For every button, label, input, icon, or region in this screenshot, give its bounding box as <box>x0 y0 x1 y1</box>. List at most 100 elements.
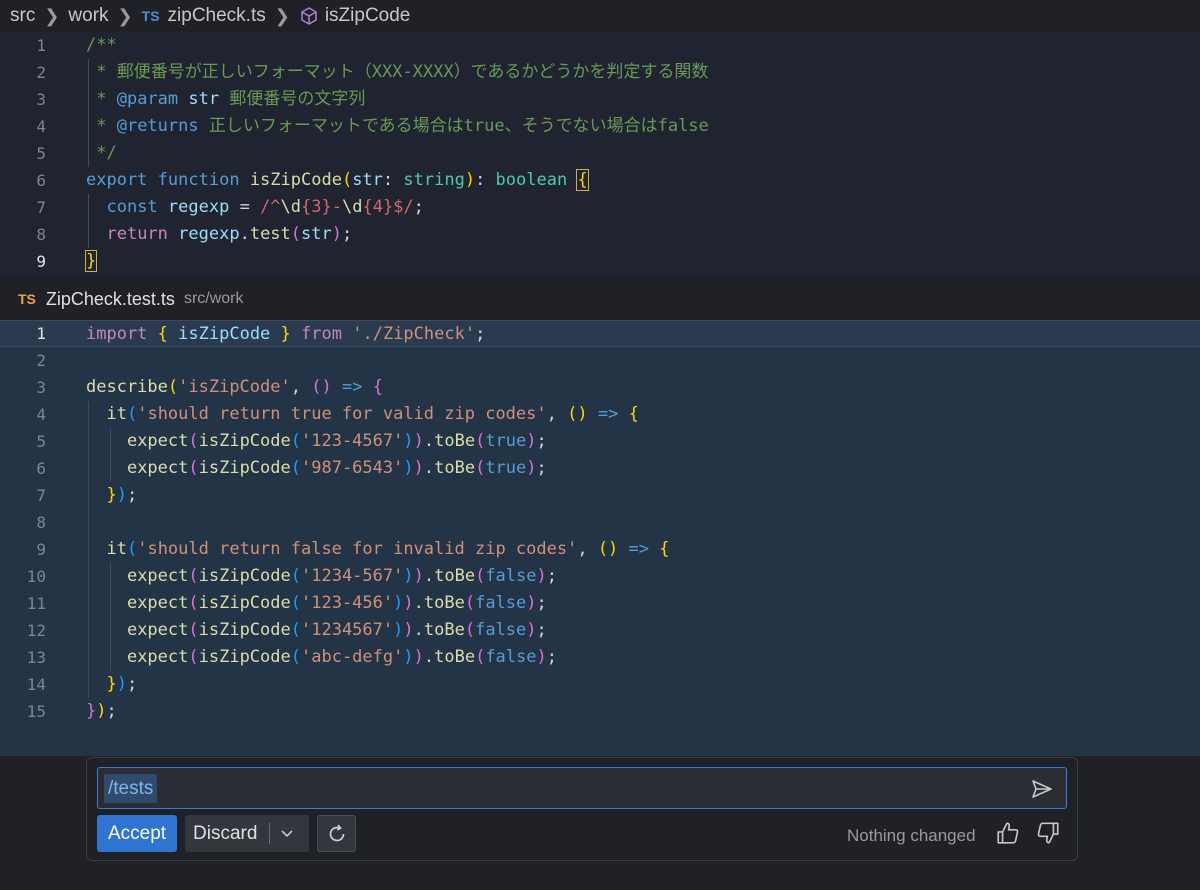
code-token: ( <box>290 431 301 451</box>
code-line[interactable]: 5 expect(isZipCode('123-4567')).toBe(tru… <box>0 428 1200 455</box>
code-line[interactable]: 2 * 郵便番号が正しいフォーマット（XXX-XXXX）であるかどうかを判定する… <box>0 59 1200 86</box>
code-line[interactable]: 7 const regexp = /^\d{3}-\d{4}$/; <box>0 194 1200 221</box>
code-token: '123-4567' <box>301 431 404 451</box>
code-line[interactable]: 6 export function isZipCode(str: string):… <box>0 167 1200 194</box>
code-line[interactable]: 12 expect(isZipCode('1234567')).toBe(fal… <box>0 617 1200 644</box>
code-text: expect(isZipCode('abc-defg')).toBe(false… <box>86 644 557 671</box>
code-line[interactable]: 8 return regexp.test(str); <box>0 221 1200 248</box>
code-line[interactable]: 7 }); <box>0 482 1200 509</box>
code-token: * <box>86 116 117 136</box>
code-token: ) <box>526 620 537 640</box>
line-number: 6 <box>36 171 46 190</box>
code-line[interactable]: 1 /** <box>0 32 1200 59</box>
code-token: ) <box>331 224 342 244</box>
code-token: isZipCode <box>198 647 291 667</box>
code-line[interactable]: 3 * @param str 郵便番号の文字列 <box>0 86 1200 113</box>
code-token: ) <box>393 620 404 640</box>
code-text: export function isZipCode(str: string): … <box>86 167 589 194</box>
code-token: ( <box>290 458 301 478</box>
code-token: str <box>301 224 332 244</box>
code-line[interactable]: 2 <box>0 347 1200 374</box>
line-number: 13 <box>26 648 46 667</box>
line-number: 7 <box>36 486 46 505</box>
line-number: 3 <box>36 90 46 109</box>
code-token: ) <box>403 431 414 451</box>
code-token: ( <box>341 170 353 190</box>
peek-file-name[interactable]: ZipCheck.test.ts <box>46 289 175 310</box>
regenerate-button[interactable] <box>317 815 356 852</box>
line-number: 12 <box>26 621 46 640</box>
code-line[interactable]: 1 import { isZipCode } from './ZipCheck'; <box>0 320 1200 347</box>
breadcrumb-item-work[interactable]: work <box>68 5 108 27</box>
chevron-down-icon[interactable] <box>277 823 297 843</box>
line-number: 1 <box>36 36 46 55</box>
discard-button[interactable]: Discard <box>185 815 309 852</box>
code-line[interactable]: 3 describe('isZipCode', () => { <box>0 374 1200 401</box>
code-token: * <box>86 89 117 109</box>
code-text: expect(isZipCode('1234567')).toBe(false)… <box>86 617 547 644</box>
line-number: 14 <box>26 675 46 694</box>
code-token: ) <box>116 674 127 694</box>
breadcrumb-item-file[interactable]: zipCheck.ts <box>168 5 266 27</box>
code-token: ( <box>464 593 476 613</box>
code-token: . <box>423 647 435 667</box>
code-line[interactable]: 10 expect(isZipCode('1234-567')).toBe(fa… <box>0 563 1200 590</box>
code-token: ( <box>290 620 301 640</box>
code-token: . <box>423 566 435 586</box>
editor-zipcheck-test[interactable]: 1 import { isZipCode } from './ZipCheck';… <box>0 320 1200 756</box>
code-token: /** <box>86 35 117 55</box>
code-token: isZipCode <box>198 431 291 451</box>
accept-button[interactable]: Accept <box>97 815 177 852</box>
code-line[interactable]: 8 <box>0 509 1200 536</box>
code-token: ( <box>188 647 199 667</box>
chat-input[interactable]: /tests <box>97 767 1067 809</box>
code-token: * 郵便番号が正しいフォーマット（XXX-XXXX）であるかどうかを判定する関数 <box>86 62 709 82</box>
thumbs-down-icon[interactable] <box>1035 820 1061 846</box>
code-line[interactable]: 4 it('should return true for valid zip c… <box>0 401 1200 428</box>
code-line[interactable]: 13 expect(isZipCode('abc-defg')).toBe(fa… <box>0 644 1200 671</box>
code-token: str <box>352 170 383 190</box>
thumbs-up-icon[interactable] <box>995 820 1021 846</box>
code-line[interactable]: 9} <box>0 248 1200 275</box>
code-token: isZipCode <box>198 458 291 478</box>
code-token: ) <box>413 647 424 667</box>
send-icon[interactable] <box>1030 777 1054 801</box>
code-token: regexp <box>178 224 240 244</box>
code-token: isZipCode <box>198 620 291 640</box>
code-token: str <box>188 89 220 109</box>
code-line[interactable]: 4 * @returns 正しいフォーマットである場合はtrue、そうでない場合… <box>0 113 1200 140</box>
code-line[interactable]: 11 expect(isZipCode('123-456')).toBe(fal… <box>0 590 1200 617</box>
editor-zipcheck[interactable]: 1 /** 2 * 郵便番号が正しいフォーマット（XXX-XXXX）であるかどうかを… <box>0 32 1200 278</box>
line-number: 9 <box>36 252 46 271</box>
code-text: /** <box>86 32 117 59</box>
code-line[interactable]: 6 expect(isZipCode('987-6543')).toBe(tru… <box>0 455 1200 482</box>
code-line[interactable]: 5 */ <box>0 140 1200 167</box>
code-line[interactable]: 15}); <box>0 698 1200 725</box>
line-number: 7 <box>36 198 46 217</box>
code-token: ) <box>403 647 414 667</box>
code-token: return <box>106 224 168 244</box>
code-line[interactable]: 9 it('should return false for invalid zi… <box>0 536 1200 563</box>
breadcrumb-item-symbol[interactable]: isZipCode <box>325 5 411 27</box>
code-token: : <box>475 170 496 190</box>
line-number: 1 <box>36 324 46 343</box>
breadcrumb-item-src[interactable]: src <box>10 5 35 27</box>
code-text: it('should return false for invalid zip … <box>86 536 669 563</box>
code-token: => <box>628 539 650 559</box>
code-line[interactable]: 14 }); <box>0 671 1200 698</box>
code-token: ; <box>126 674 138 694</box>
code-token: ) <box>413 458 424 478</box>
code-token: isZipCode <box>249 170 342 190</box>
code-token: () <box>567 404 588 424</box>
code-token: } <box>84 250 98 272</box>
code-token: ( <box>475 431 486 451</box>
code-token: toBe <box>434 647 476 667</box>
code-token: ) <box>536 566 547 586</box>
chevron-right-icon: ❯ <box>117 5 133 26</box>
